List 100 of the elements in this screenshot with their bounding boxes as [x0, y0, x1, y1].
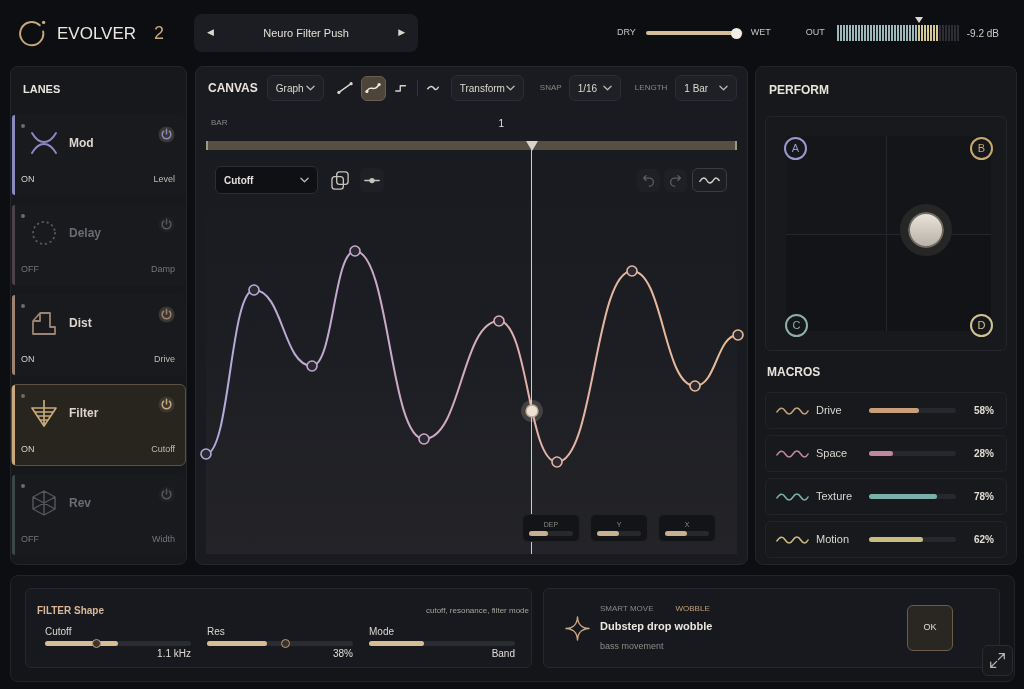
mix-slider-thumb[interactable] — [731, 27, 743, 39]
power-icon — [158, 395, 175, 413]
macros-title: MACROS — [767, 364, 822, 381]
lane-parameter: Width — [152, 532, 175, 546]
output-level-reading: -9.2 dB — [966, 26, 999, 41]
filter-control-value: 1.1 kHz — [157, 649, 191, 659]
filter-control-value: 38% — [333, 649, 353, 659]
filter-shape-title: FILTER Shape — [37, 604, 105, 618]
lane-status: OFF — [21, 262, 39, 276]
expand-button[interactable] — [982, 645, 1013, 676]
undo-icon — [642, 173, 655, 187]
version-number: 2 — [154, 24, 165, 42]
transform-dropdown[interactable]: Transform — [450, 75, 524, 101]
chevron-down-icon — [300, 177, 309, 183]
lane-status: OFF — [21, 532, 39, 546]
expand-icon — [989, 652, 1006, 669]
length-dropdown[interactable]: 1 Bar — [675, 75, 737, 101]
lane-parameter: Cutoff — [151, 442, 175, 456]
macro-value: 28% — [974, 447, 994, 461]
xy-pad-grid[interactable] — [786, 136, 991, 331]
perform-title: PERFORM — [769, 82, 830, 99]
copy-icon — [330, 170, 350, 190]
macro-name: Motion — [816, 532, 851, 548]
sine-wave-icon — [776, 448, 809, 459]
line-with-node-icon — [363, 176, 381, 184]
striped-funnel-icon — [30, 398, 58, 427]
lane-parameter: Damp — [151, 262, 175, 276]
lane-parameter: Level — [153, 172, 175, 186]
filter-control-label: Mode — [369, 627, 395, 637]
mini-slider-track[interactable] — [529, 530, 573, 536]
macro-slider-track[interactable] — [869, 408, 956, 413]
macro-row[interactable]: Space 28% — [765, 435, 1007, 472]
macro-value: 62% — [974, 533, 994, 547]
app-title: EVOLVER — [57, 24, 137, 42]
filter-control-label: Res — [207, 627, 226, 637]
macro-slider-track[interactable] — [869, 451, 956, 456]
previous-preset-button[interactable]: ◀ — [207, 26, 214, 40]
lane-name: Dist — [69, 314, 92, 332]
macro-slider-track[interactable] — [869, 494, 956, 499]
power-icon — [158, 125, 175, 143]
smooth-button[interactable] — [692, 168, 727, 192]
parameter-dropdown[interactable]: Cutoff — [215, 166, 318, 194]
power-icon — [158, 305, 175, 323]
duplicate-button[interactable] — [328, 168, 352, 192]
snap-dropdown[interactable]: 1/16 — [568, 75, 621, 101]
sine-wave-icon — [776, 405, 809, 416]
macro-slider-track[interactable] — [869, 537, 956, 542]
ring-logo-icon — [18, 18, 47, 48]
lane-name: Filter — [69, 404, 99, 422]
lane-name: Mod — [69, 134, 94, 152]
power-button[interactable] — [158, 125, 175, 143]
macro-row[interactable]: Drive 58% — [765, 392, 1007, 429]
timeline-track[interactable] — [206, 141, 737, 150]
node-tool-button[interactable] — [360, 168, 384, 192]
power-icon — [158, 215, 175, 233]
macro-value: 58% — [974, 404, 994, 418]
power-button[interactable] — [158, 395, 175, 413]
smart-move-title: Dubstep drop wobble — [600, 619, 713, 634]
canvas-title: CANVAS — [208, 80, 258, 97]
power-button[interactable] — [158, 305, 175, 323]
lane-status: ON — [21, 352, 35, 366]
playhead-thumb[interactable] — [525, 141, 538, 151]
macro-row[interactable]: Texture 78% — [765, 478, 1007, 515]
corner-label[interactable]: C — [785, 314, 808, 337]
wet-label: WET — [750, 26, 771, 40]
filter-slider-track[interactable] — [207, 641, 353, 646]
draw-tool-button[interactable] — [360, 75, 386, 101]
bar-number: 1 — [498, 116, 504, 131]
redo-icon — [669, 173, 682, 187]
chevron-down-icon — [505, 85, 515, 91]
lane-name: Delay — [69, 224, 102, 242]
lane-parameter: Drive — [154, 352, 175, 366]
chevron-down-icon — [305, 85, 315, 91]
filter-control-label: Cutoff — [45, 627, 73, 637]
macro-name: Space — [816, 446, 849, 462]
ok-button[interactable]: OK — [907, 605, 953, 651]
sine-wave-icon — [776, 534, 809, 545]
lane-name: Rev — [69, 494, 91, 512]
macro-row[interactable]: Motion 62% — [765, 521, 1007, 558]
lane-status: ON — [21, 172, 35, 186]
power-icon — [158, 485, 175, 503]
next-preset-button[interactable]: ▶ — [398, 26, 406, 40]
filter-slider-track[interactable] — [369, 641, 515, 646]
lane-item[interactable]: Filter ON Cutoff — [11, 383, 186, 466]
sine-wave-icon — [776, 491, 809, 502]
view-dropdown[interactable]: Graph — [266, 75, 324, 101]
corner-label[interactable]: D — [970, 314, 993, 337]
dry-label: DRY — [616, 26, 636, 40]
mini-slider-track[interactable] — [665, 530, 709, 536]
filter-control-value: Band — [491, 649, 515, 659]
mini-slider-track[interactable] — [597, 530, 641, 536]
smart-move-subtitle: bass movement — [600, 639, 665, 653]
chevron-down-icon — [602, 85, 612, 91]
macro-name: Texture — [816, 489, 854, 505]
cube-icon — [30, 488, 58, 517]
output-label: OUT — [805, 26, 825, 40]
chevron-down-icon — [719, 85, 728, 91]
macro-name: Drive — [816, 403, 843, 419]
filter-slider-track[interactable] — [45, 641, 191, 646]
macro-value: 78% — [974, 490, 994, 504]
